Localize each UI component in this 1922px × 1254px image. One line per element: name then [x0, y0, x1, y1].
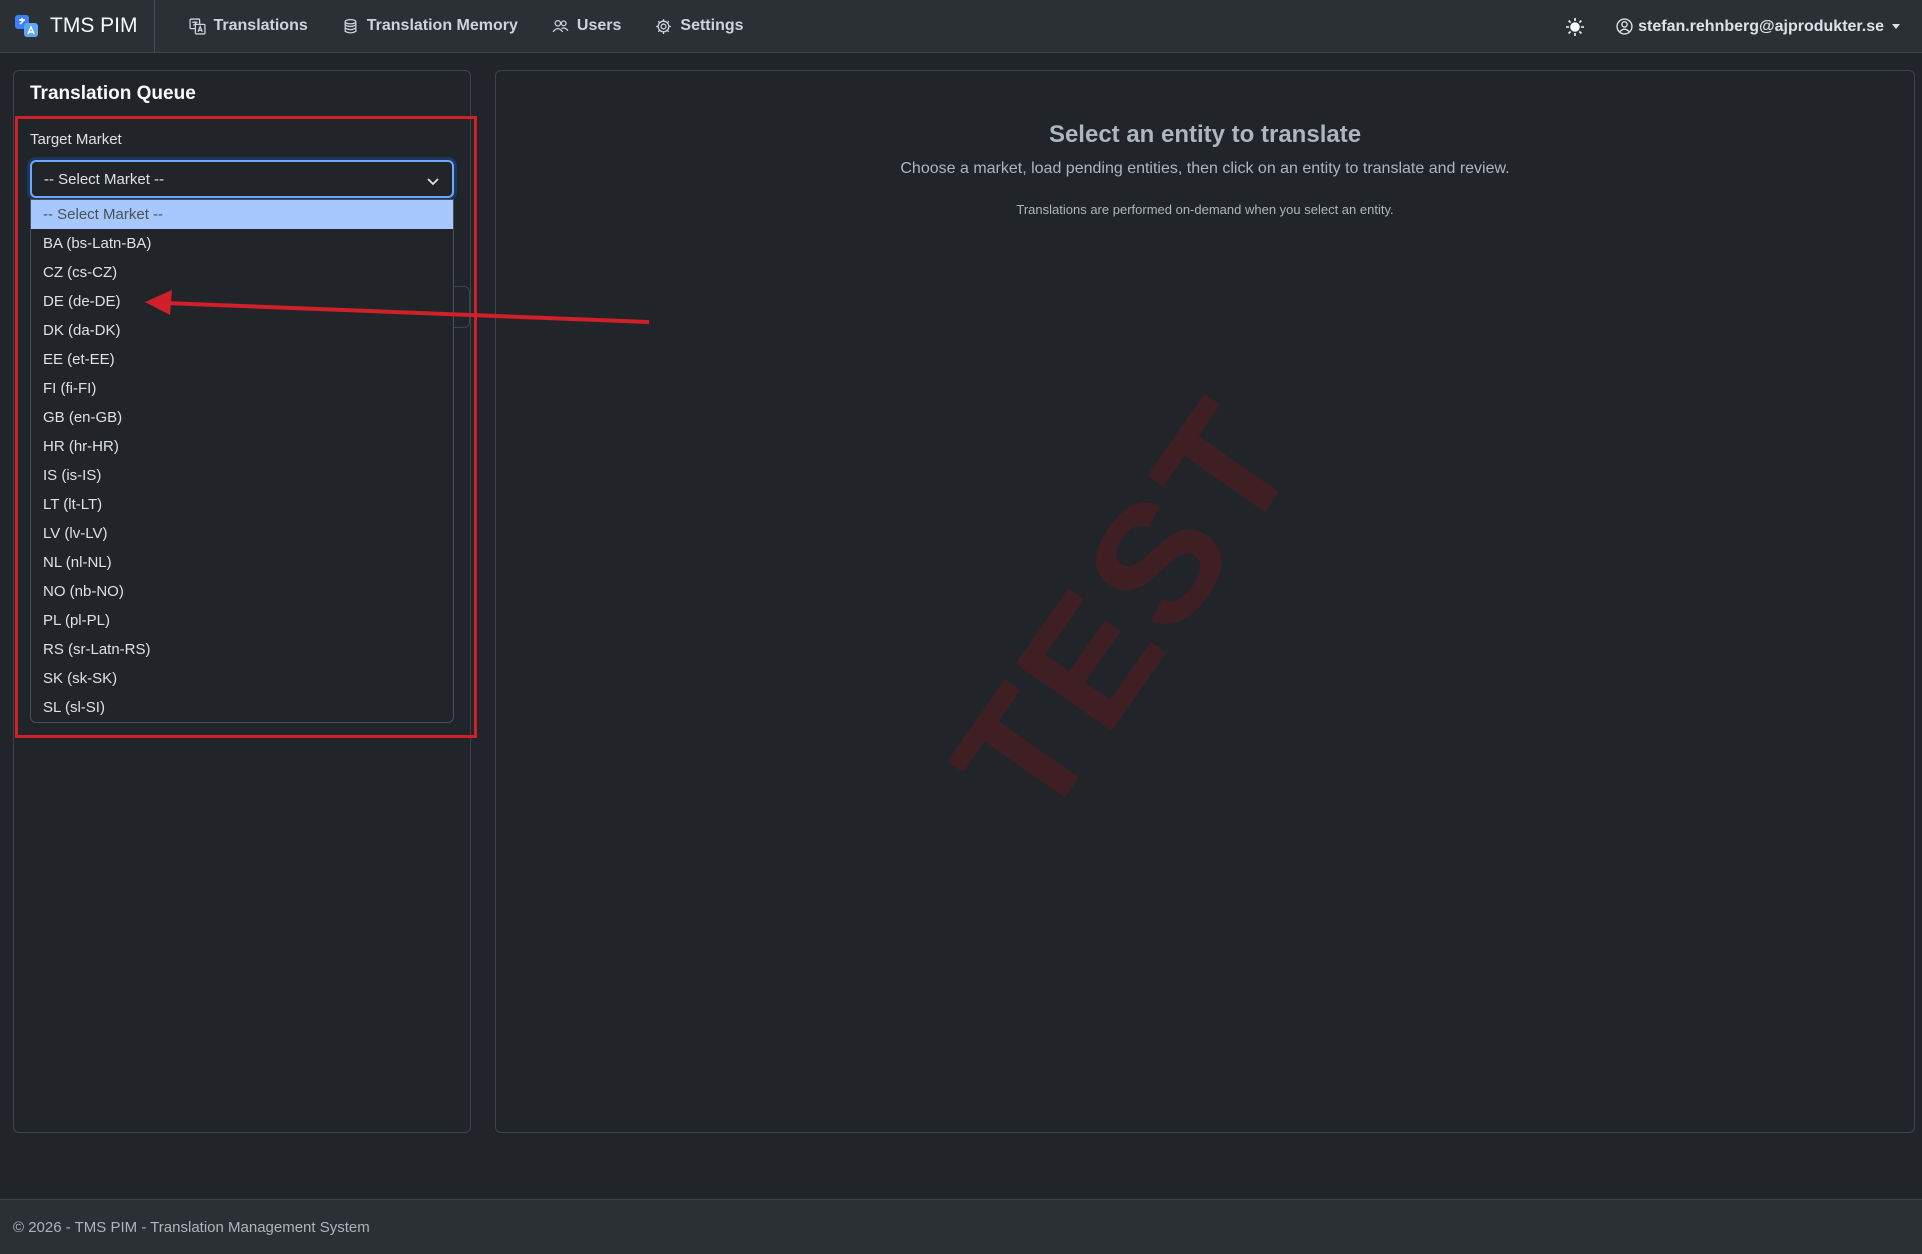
top-navbar: TMS PIM Translations Translation Memory …: [0, 0, 1922, 53]
empty-state-title: Select an entity to translate: [1048, 121, 1362, 148]
nav-translations-label: Translations: [213, 17, 308, 34]
user-circle-icon: [1616, 18, 1633, 35]
nav-settings-label: Settings: [680, 17, 744, 34]
navbar-right: stefan.rehnberg@ajprodukter.se: [1564, 0, 1900, 53]
nav-settings[interactable]: Settings: [655, 17, 744, 35]
logo-icon: [15, 15, 38, 37]
footer-text: © 2026 - TMS PIM - Translation Managemen…: [13, 1218, 370, 1236]
translate-icon: [188, 17, 206, 35]
users-icon: [552, 19, 569, 32]
nav-translation-memory-label: Translation Memory: [366, 17, 518, 34]
panel-title: Translation Queue: [30, 83, 196, 104]
brand[interactable]: TMS PIM: [14, 0, 155, 53]
user-menu[interactable]: stefan.rehnberg@ajprodukter.se: [1616, 18, 1900, 36]
sun-icon[interactable]: [1564, 16, 1586, 38]
annotation-highlight-box: [15, 116, 477, 738]
nav-users[interactable]: Users: [552, 17, 621, 35]
nav-users-label: Users: [576, 17, 622, 34]
user-email: stefan.rehnberg@ajprodukter.se: [1638, 17, 1884, 35]
nav-translations[interactable]: Translations: [188, 17, 308, 35]
gear-icon: [656, 18, 672, 34]
brand-name: TMS PIM: [50, 14, 138, 37]
translation-queue-panel: Translation Queue Target Market -- Selec…: [13, 70, 477, 1133]
empty-state-note: Translations are performed on-demand whe…: [1016, 202, 1394, 217]
test-watermark: TEST: [916, 366, 1336, 852]
database-icon: [344, 18, 357, 34]
caret-down-icon: [1892, 24, 1900, 29]
empty-state-description: Choose a market, load pending entities, …: [900, 160, 1510, 177]
nav-translation-memory[interactable]: Translation Memory: [342, 17, 518, 35]
entity-detail-panel: TEST Select an entity to translate Choos…: [495, 70, 1915, 1133]
footer: © 2026 - TMS PIM - Translation Managemen…: [0, 1199, 1922, 1254]
